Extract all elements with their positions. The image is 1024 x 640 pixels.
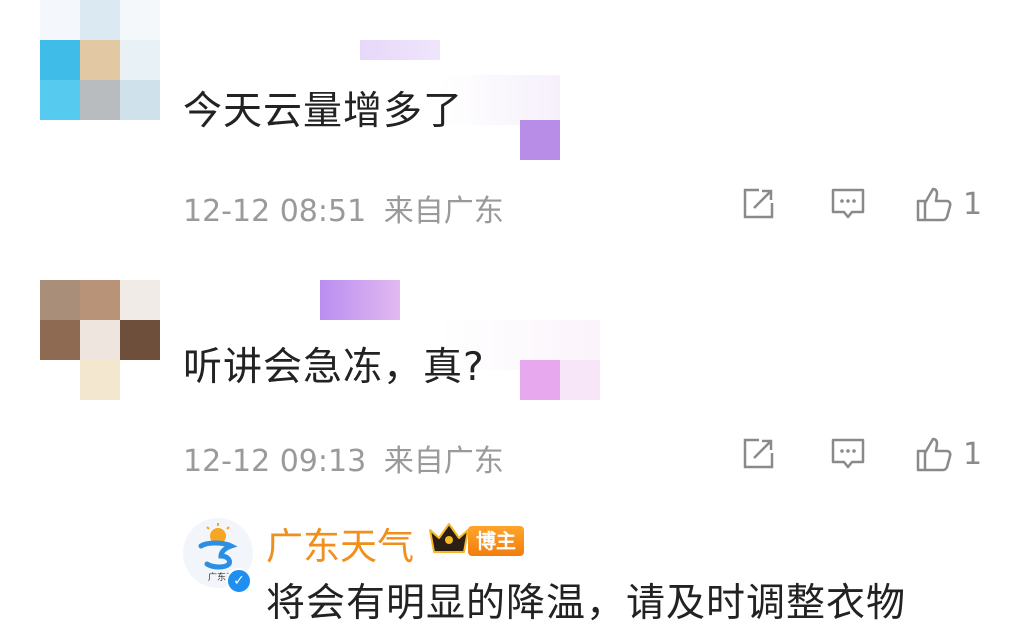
comment-text: 听讲会急冻，真?: [183, 345, 485, 390]
share-icon: [743, 438, 774, 469]
blogger-badge: 博主: [468, 526, 524, 556]
author-name[interactable]: 广东天气: [266, 516, 414, 570]
comment-1: 今天云量增多了 12-12 08:51 来自广东 1: [0, 0, 1024, 250]
blurred-emoji: [520, 360, 560, 400]
like-count: 1: [963, 186, 983, 222]
comment-2: 听讲会急冻，真? 12-12 09:13 来自广东 1: [0, 250, 1024, 500]
blurred-username: [320, 280, 400, 320]
comment-button[interactable]: [830, 436, 866, 472]
comment-icon: [831, 188, 865, 219]
blurred-emoji: [520, 120, 560, 160]
comment-time: 12-12 08:51: [183, 194, 367, 229]
comment-button[interactable]: [830, 186, 866, 222]
comment-location: 来自广东: [383, 444, 504, 479]
comment-time: 12-12 09:13: [183, 444, 367, 479]
verified-icon: ✓: [226, 568, 252, 594]
blurred-emoji: [560, 360, 600, 400]
blurred-username: [360, 40, 440, 60]
share-button[interactable]: [740, 436, 776, 472]
share-button[interactable]: [740, 186, 776, 222]
like-button[interactable]: 1: [915, 434, 982, 474]
avatar-pixelated[interactable]: [40, 280, 160, 400]
comment-icon: [831, 438, 865, 469]
comment-meta: 12-12 09:13 来自广东: [183, 436, 504, 480]
avatar-pixelated[interactable]: [40, 0, 160, 120]
comment-location: 来自广东: [383, 194, 504, 229]
like-icon: [916, 187, 952, 222]
comment-text: 今天云量增多了: [183, 89, 464, 134]
like-icon: [916, 437, 952, 472]
like-count: 1: [963, 436, 983, 472]
like-button[interactable]: 1: [915, 184, 982, 224]
reply-text: 将会有明显的降温，请及时调整衣物: [266, 581, 907, 626]
author-reply: 广东天 ✓ 广东天气 博主 将会有明显的降温，请及时调整衣物: [0, 510, 1024, 640]
share-icon: [743, 188, 774, 219]
crown-icon: [429, 523, 469, 553]
comment-meta: 12-12 08:51 来自广东: [183, 186, 504, 230]
